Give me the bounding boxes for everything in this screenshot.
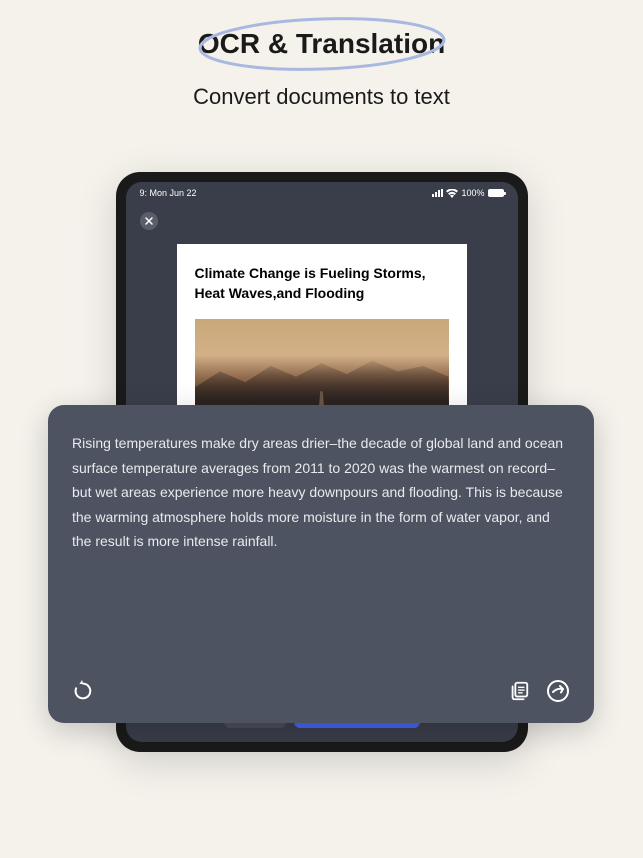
battery-percent: 100% xyxy=(461,188,484,198)
copy-icon xyxy=(508,680,530,702)
result-actions xyxy=(72,679,570,703)
ocr-result-card: Rising temperatures make dry areas drier… xyxy=(48,405,594,723)
document-headline: Climate Change is Fueling Storms, Heat W… xyxy=(195,264,449,303)
status-right: 100% xyxy=(432,188,503,198)
share-icon xyxy=(546,679,570,703)
status-bar: 9: Mon Jun 22 100% xyxy=(126,182,518,202)
close-icon xyxy=(145,217,153,225)
status-time: 9: Mon Jun 22 xyxy=(140,188,197,198)
signal-icon xyxy=(432,189,443,197)
refresh-button[interactable] xyxy=(72,680,94,702)
refresh-icon xyxy=(72,680,94,702)
battery-icon xyxy=(488,189,504,197)
ocr-result-text: Rising temperatures make dry areas drier… xyxy=(72,431,570,554)
wifi-icon xyxy=(446,189,458,198)
page-title: OCR & Translation xyxy=(0,28,643,60)
copy-button[interactable] xyxy=(508,680,530,702)
page-title-text: OCR & Translation xyxy=(198,28,445,59)
share-button[interactable] xyxy=(546,679,570,703)
close-button[interactable] xyxy=(140,212,158,230)
page-subtitle: Convert documents to text xyxy=(0,84,643,110)
